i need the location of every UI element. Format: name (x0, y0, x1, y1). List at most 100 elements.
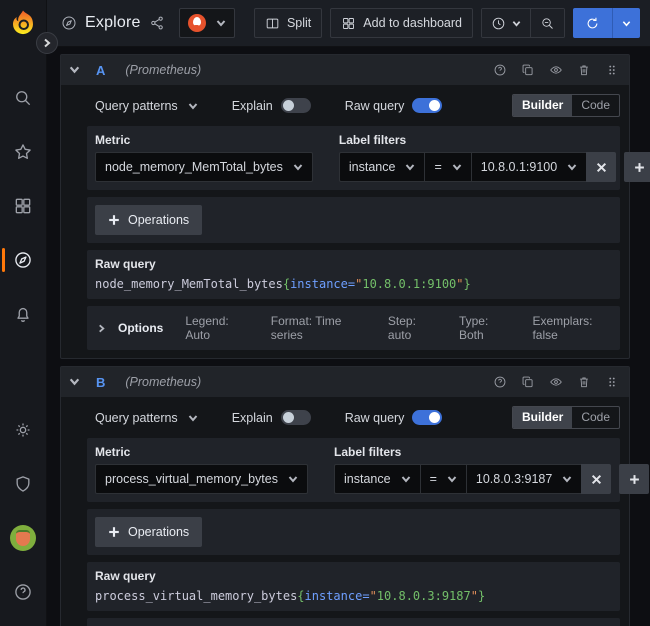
sidebar-item-alerting[interactable] (0, 294, 47, 334)
filter-operator-select[interactable]: = (424, 152, 470, 182)
metric-select[interactable]: node_memory_MemTotal_bytes (95, 152, 313, 182)
query-header-b[interactable]: B (Prometheus) (61, 367, 629, 397)
code-mode-option[interactable]: Code (572, 407, 619, 428)
trash-icon (577, 63, 591, 77)
explain-label: Explain (232, 99, 273, 113)
raw-close-brace: } (478, 589, 485, 603)
time-picker-group (481, 8, 565, 38)
run-query-button[interactable] (573, 8, 612, 38)
filter-value-select[interactable]: 10.8.0.3:9187 (466, 464, 581, 494)
sidebar-item-help[interactable] (0, 572, 47, 612)
remove-filter-button[interactable] (581, 464, 611, 494)
query-patterns-dropdown[interactable]: Query patterns (95, 411, 198, 425)
options-label: Options (118, 321, 163, 335)
query-ref-id[interactable]: A (96, 63, 105, 78)
raw-query-toggle-group: Raw query (345, 410, 443, 425)
disable-query-button[interactable] (549, 375, 563, 389)
add-filter-button[interactable] (624, 152, 650, 182)
drag-handle[interactable] (605, 375, 619, 389)
split-button[interactable]: Split (254, 8, 322, 38)
question-circle-icon (493, 63, 507, 77)
metric-field-label: Metric (95, 445, 308, 459)
operations-button[interactable]: Operations (95, 205, 202, 235)
sidebar (0, 0, 47, 626)
compass-icon (13, 250, 33, 270)
duplicate-query-button[interactable] (521, 375, 535, 389)
operations-section: Operations (87, 509, 620, 555)
filter-operator-select[interactable]: = (420, 464, 466, 494)
filter-key-value: instance (344, 472, 391, 486)
raw-query-label: Raw query (345, 99, 405, 113)
label-filters-label: Label filters (339, 133, 650, 147)
metric-field-label: Metric (95, 133, 313, 147)
query-header-a[interactable]: A (Prometheus) (61, 55, 629, 85)
raw-query-section: Raw query node_memory_MemTotal_bytes{ins… (87, 250, 620, 299)
collapse-chevron-icon[interactable] (69, 63, 80, 78)
builder-mode-option[interactable]: Builder (513, 407, 572, 428)
plus-icon (634, 162, 645, 173)
options-collapse-toggle[interactable]: Options (97, 321, 163, 335)
raw-equals: = (362, 589, 369, 603)
builder-mode-option[interactable]: Builder (513, 95, 572, 116)
time-range-picker-button[interactable] (482, 9, 530, 37)
drag-handle[interactable] (605, 63, 619, 77)
add-filter-button[interactable] (619, 464, 649, 494)
grafana-logo-icon[interactable] (8, 8, 38, 38)
share-icon[interactable] (149, 15, 165, 31)
search-icon (13, 88, 33, 108)
collapse-chevron-icon[interactable] (69, 375, 80, 390)
copy-icon (521, 375, 535, 389)
refresh-interval-dropdown[interactable] (612, 8, 640, 38)
zoom-out-time-button[interactable] (530, 9, 564, 37)
metric-field: Metric process_virtual_memory_bytes (95, 445, 308, 494)
editor-mode-toggle: Builder Code (512, 406, 620, 429)
remove-query-button[interactable] (577, 63, 591, 77)
query-ref-id[interactable]: B (96, 375, 105, 390)
trash-icon (577, 375, 591, 389)
code-mode-option[interactable]: Code (572, 95, 619, 116)
explore-content: A (Prometheus) Query patterns (47, 47, 650, 626)
sidebar-item-configuration[interactable] (0, 410, 47, 450)
duplicate-query-button[interactable] (521, 63, 535, 77)
sidebar-item-search[interactable] (0, 78, 47, 118)
plus-icon (108, 214, 120, 226)
sidebar-item-dashboards[interactable] (0, 186, 47, 226)
sidebar-item-admin[interactable] (0, 464, 47, 504)
explain-toggle-group: Explain (232, 98, 311, 113)
filter-key-select[interactable]: instance (334, 464, 420, 494)
chevron-down-icon (405, 162, 415, 172)
add-to-dashboard-button[interactable]: Add to dashboard (330, 8, 473, 38)
query-body-a: Query patterns Explain Raw query Bu (61, 85, 629, 358)
remove-query-button[interactable] (577, 375, 591, 389)
metric-select[interactable]: process_virtual_memory_bytes (95, 464, 308, 494)
query-patterns-dropdown[interactable]: Query patterns (95, 99, 198, 113)
close-icon (591, 474, 602, 485)
chevron-down-icon (512, 19, 521, 28)
chevron-down-icon (567, 162, 577, 172)
disable-query-button[interactable] (549, 63, 563, 77)
toolbar-title-group: Explore (61, 14, 165, 32)
remove-filter-button[interactable] (586, 152, 616, 182)
explain-switch[interactable] (281, 98, 311, 113)
operations-button[interactable]: Operations (95, 517, 202, 547)
raw-quote-close: " (456, 277, 463, 291)
raw-query-switch[interactable] (412, 410, 442, 425)
sidebar-item-profile[interactable] (0, 518, 47, 558)
filter-key-select[interactable]: instance (339, 152, 425, 182)
apps-grid-icon (341, 16, 356, 31)
datasource-picker[interactable] (179, 8, 235, 38)
sidebar-item-starred[interactable] (0, 132, 47, 172)
explain-toggle-group: Explain (232, 410, 311, 425)
query-toolbar-row: Query patterns Explain Raw query Bu (95, 94, 620, 117)
datasource-help-button[interactable] (493, 375, 507, 389)
dashboards-grid-icon (13, 196, 33, 216)
sidebar-expand-button[interactable] (36, 32, 58, 54)
chevron-down-icon (562, 474, 572, 484)
raw-query-switch[interactable] (412, 98, 442, 113)
datasource-help-button[interactable] (493, 63, 507, 77)
option-type: Type: Both (459, 314, 510, 342)
zoom-out-icon (540, 16, 555, 31)
filter-value-select[interactable]: 10.8.0.1:9100 (471, 152, 586, 182)
explain-switch[interactable] (281, 410, 311, 425)
sidebar-item-explore[interactable] (0, 240, 47, 280)
